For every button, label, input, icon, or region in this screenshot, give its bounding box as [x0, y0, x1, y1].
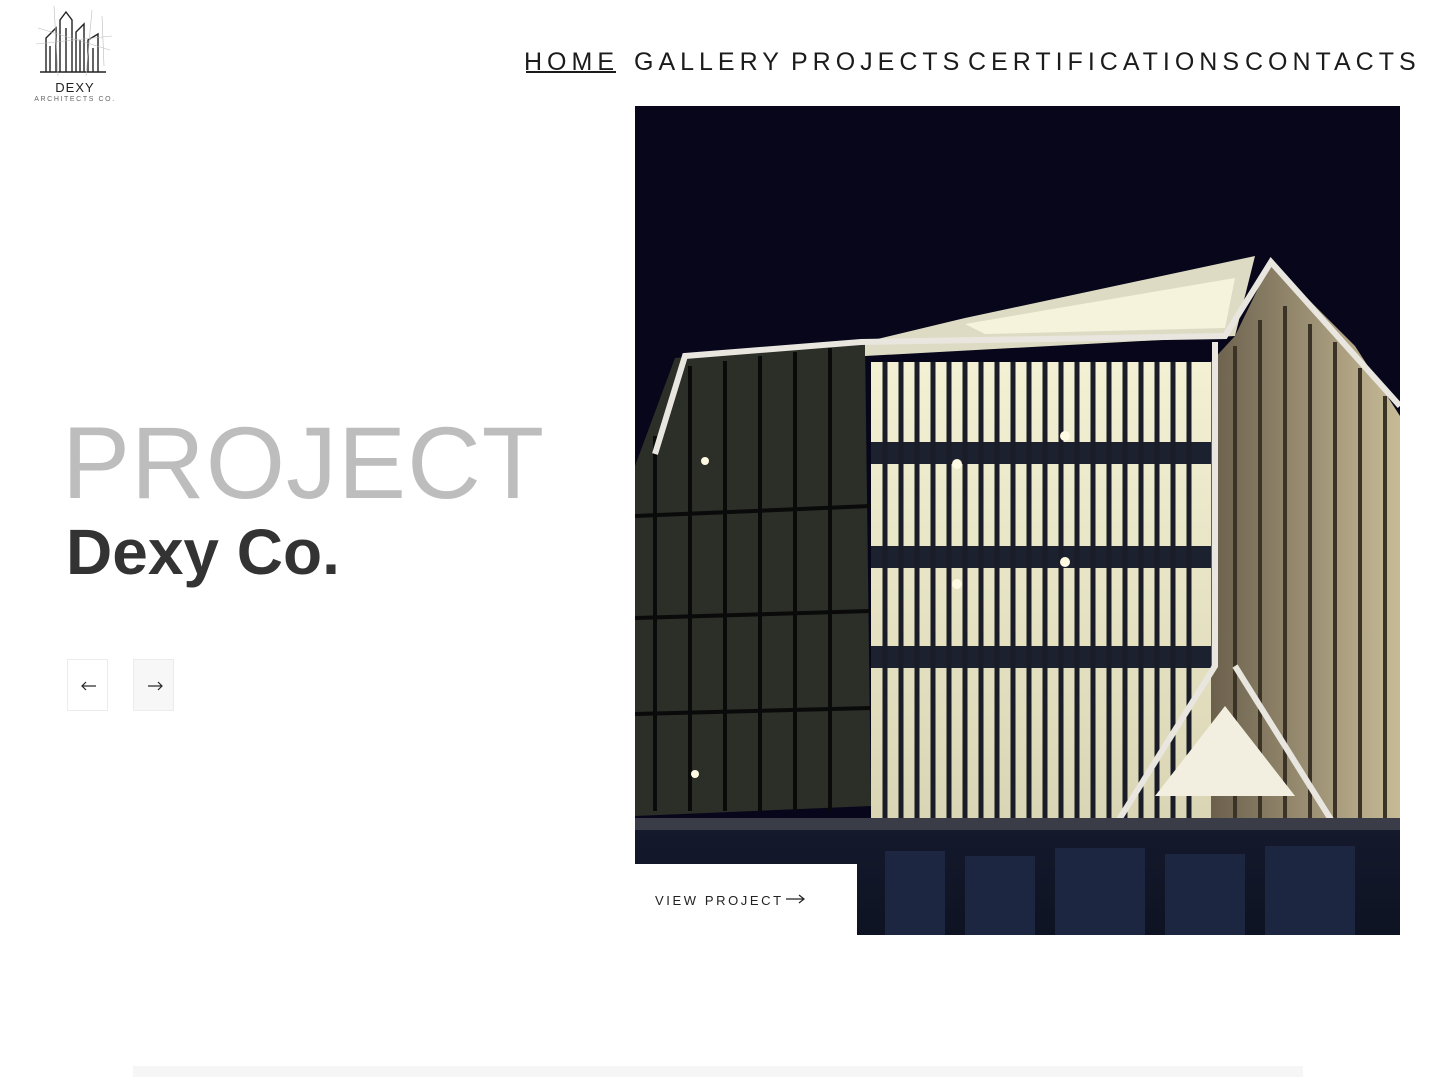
- nav-item-certifications[interactable]: CERTIFICATIONS: [968, 48, 1244, 77]
- brand-tagline: ARCHITECTS CO.: [34, 96, 116, 103]
- arrow-left-icon: [81, 681, 96, 691]
- nav-item-projects[interactable]: PROJECTS: [791, 48, 964, 77]
- hero-kicker: PROJECT: [62, 406, 546, 520]
- nav-item-contacts[interactable]: CONTACTS: [1245, 48, 1421, 77]
- view-project-label: VIEW PROJECT: [655, 893, 784, 908]
- project-photo: [635, 106, 1400, 935]
- main-nav: HOME GALLERY PROJECTS CERTIFICATIONS CON…: [0, 48, 1432, 82]
- next-slide-button[interactable]: [133, 659, 174, 711]
- page: DEXY ARCHITECTS CO. HOME GALLERY PROJECT…: [0, 0, 1432, 1077]
- brand-name: DEXY: [55, 80, 95, 95]
- section-divider: [133, 1066, 1303, 1077]
- hero-title: Dexy Co.: [66, 516, 340, 588]
- nav-item-gallery[interactable]: GALLERY: [634, 48, 784, 77]
- arrow-right-icon: [786, 894, 805, 904]
- prev-slide-button[interactable]: [67, 659, 108, 711]
- arrow-right-icon: [148, 681, 163, 691]
- view-project-button[interactable]: VIEW PROJECT: [635, 864, 857, 935]
- nav-item-home[interactable]: HOME: [524, 48, 619, 77]
